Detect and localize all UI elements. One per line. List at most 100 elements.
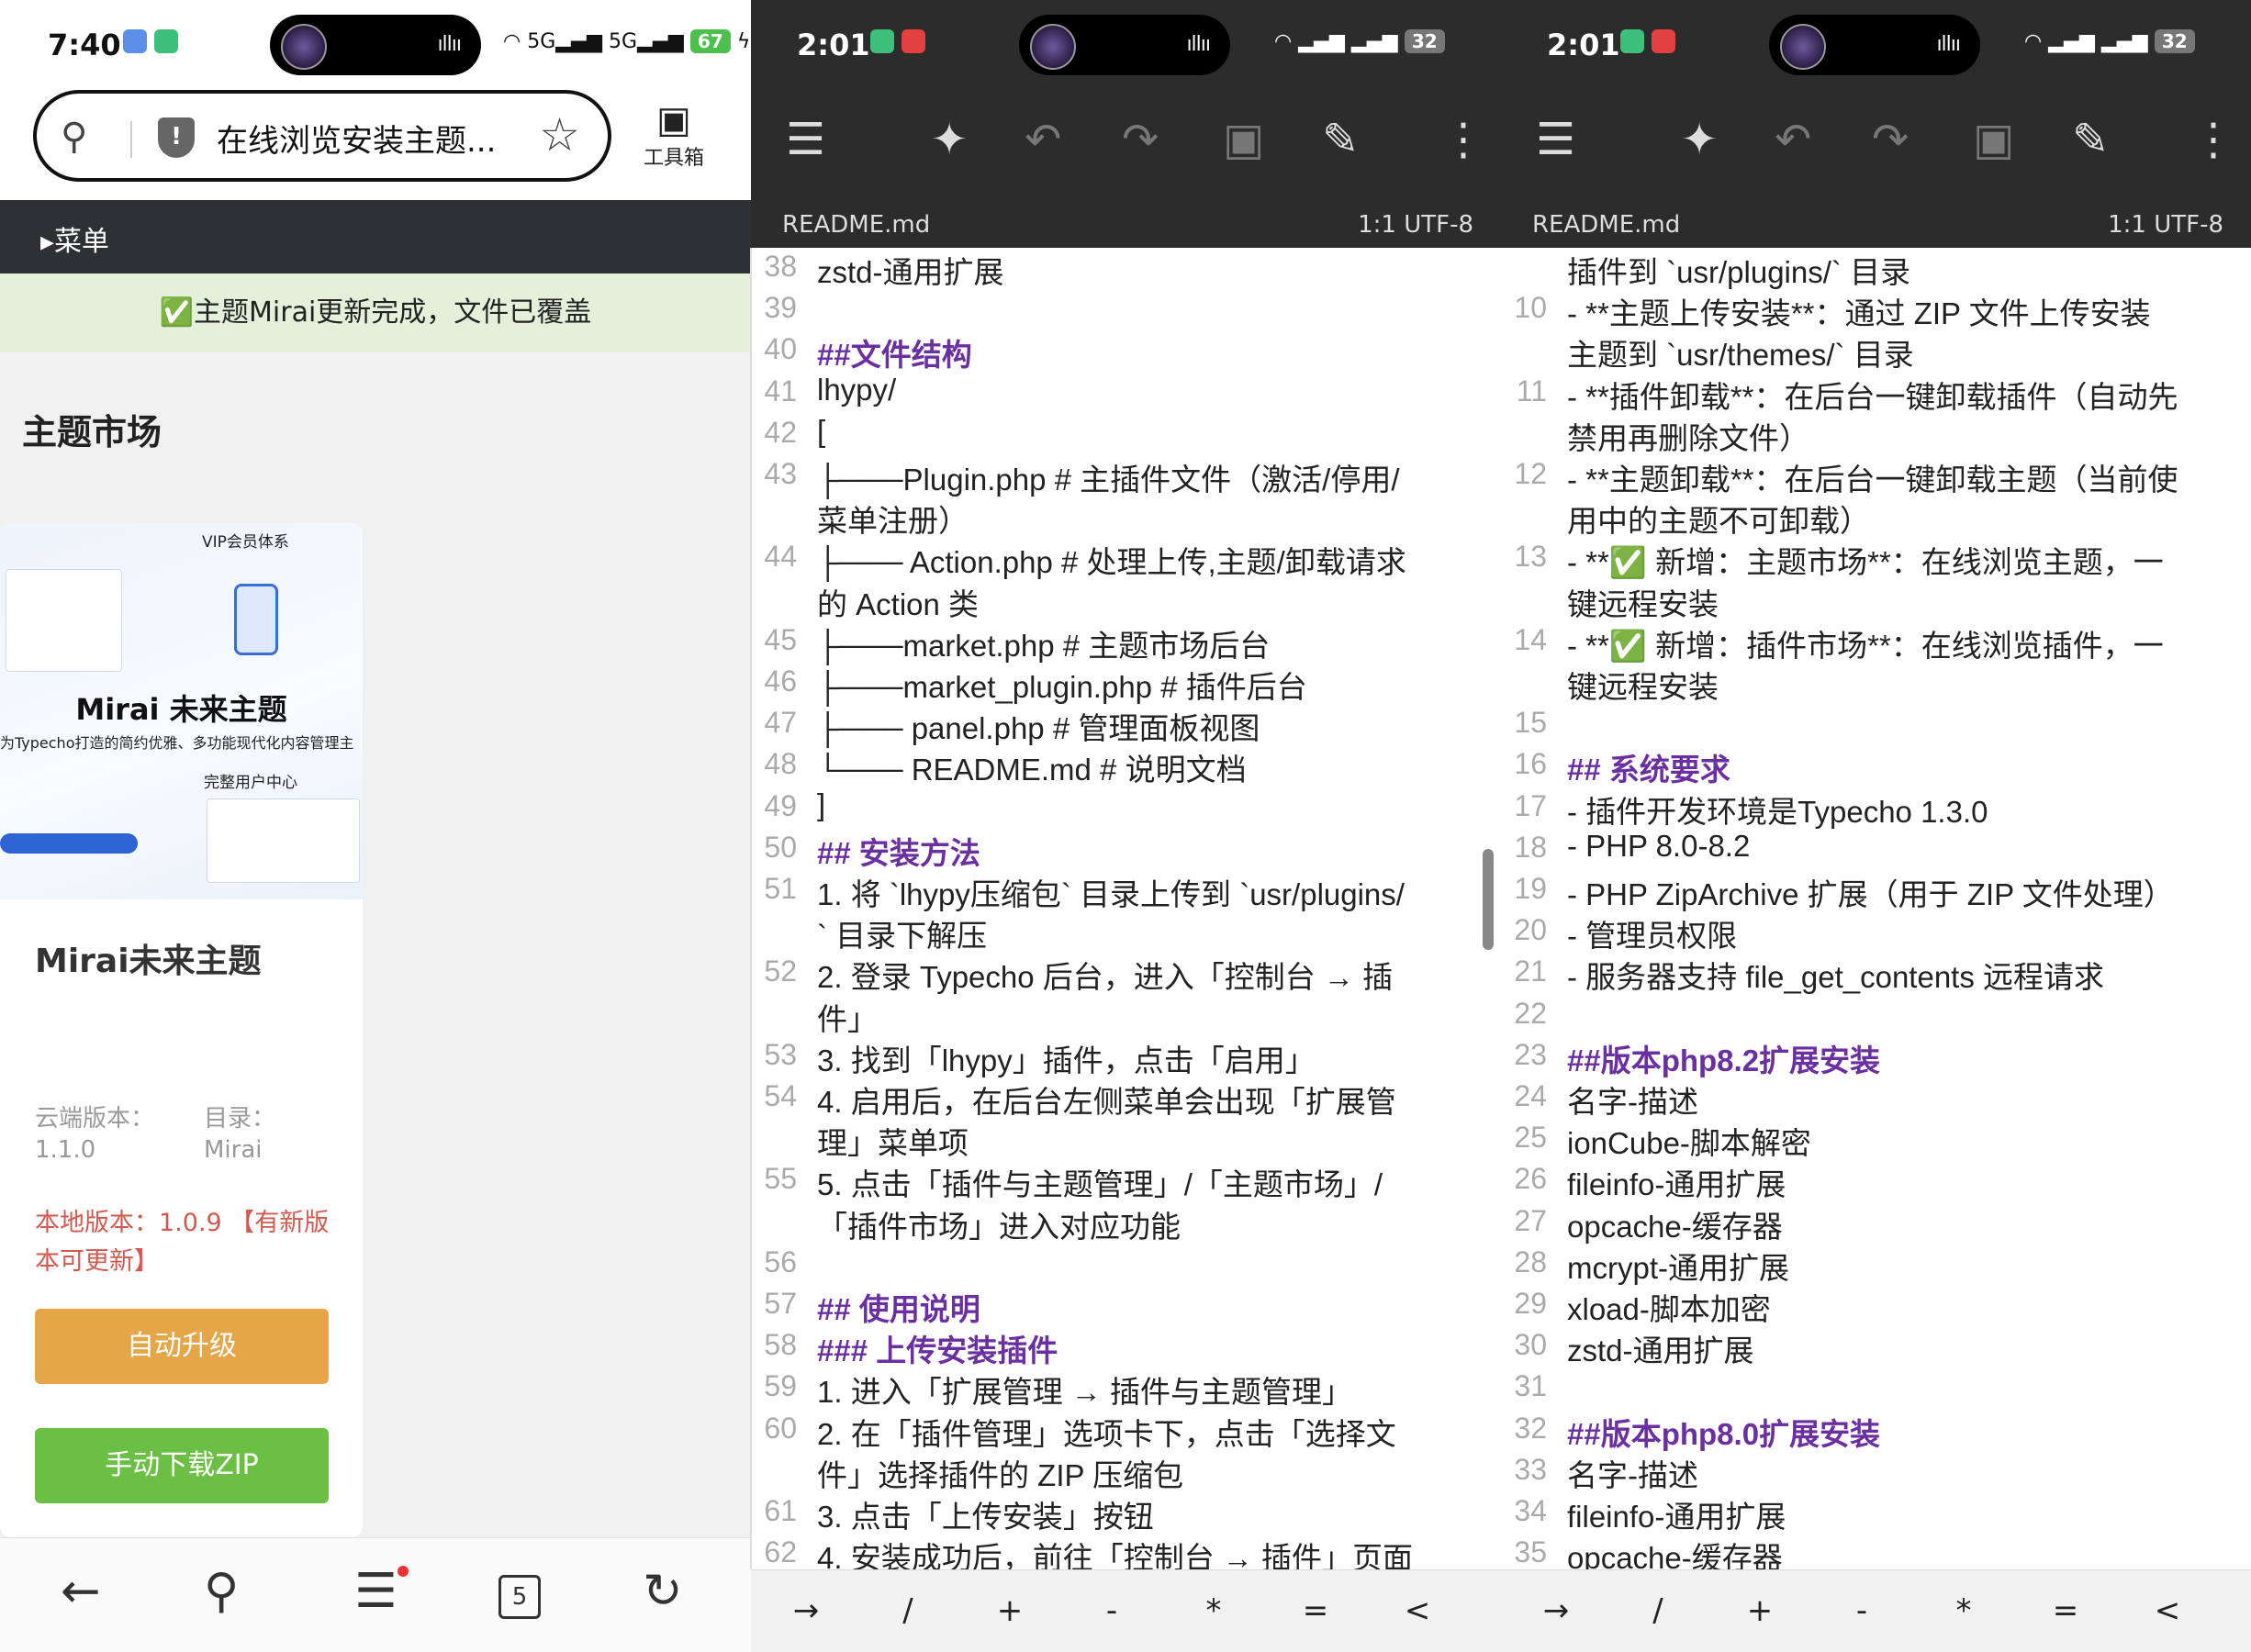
code-editor[interactable]: 插件到 `usr/plugins/` 目录 10 - **主题上传安装**：通过 Z…	[1501, 248, 2251, 1569]
code-line[interactable]: 键远程安装	[1501, 580, 2235, 621]
code-line[interactable]: ` 目录下解压	[751, 911, 1485, 953]
code-line[interactable]: 19 - PHP ZipArchive 扩展（用于 ZIP 文件处理）	[1501, 870, 2235, 911]
code-line[interactable]: 44 ├─── Action.php # 处理上传,主题/卸载请求	[751, 538, 1485, 579]
code-line[interactable]: 15	[1501, 704, 2235, 745]
search-icon[interactable]: ⚲	[61, 116, 87, 158]
auto-upgrade-button[interactable]: 自动升级	[35, 1309, 329, 1384]
code-line[interactable]: 49]	[751, 787, 1485, 829]
code-line[interactable]: 的 Action 类	[751, 580, 1485, 621]
scrollbar[interactable]	[1483, 849, 1494, 950]
code-line[interactable]: 48 └─── README.md # 说明文档	[751, 745, 1485, 787]
code-line[interactable]: 16 ## 系统要求	[1501, 745, 2235, 787]
code-line[interactable]: 21 - 服务器支持 file_get_contents 远程请求	[1501, 953, 2235, 994]
theme-thumbnail[interactable]: VIP会员体系 Mirai 未来主题 为Typecho打造的简约优雅、多功能现代…	[0, 523, 363, 899]
save-icon[interactable]: ▣	[1973, 114, 2014, 165]
code-line[interactable]: 54 4. 启用后，在后台左侧菜单会出现「扩展管	[751, 1077, 1485, 1119]
code-line[interactable]: 61 3. 点击「上传安装」按钮	[751, 1492, 1485, 1534]
code-line[interactable]: 24 名字-描述	[1501, 1077, 2235, 1119]
code-line[interactable]: 插件到 `usr/plugins/` 目录	[1501, 248, 2235, 289]
code-line[interactable]: 17 - 插件开发环境是Typecho 1.3.0	[1501, 787, 2235, 829]
code-line[interactable]: 13 - **✅ 新增：主题市场**：在线浏览主题，一	[1501, 538, 2235, 579]
code-line[interactable]: 47 ├─── panel.php # 管理面板视图	[751, 704, 1485, 745]
symbol-key[interactable]: *	[1927, 1592, 2000, 1629]
menu-toggle[interactable]: ▸菜单	[0, 200, 751, 273]
code-line[interactable]: 31	[1501, 1367, 2235, 1409]
code-line[interactable]: 20 - 管理员权限	[1501, 911, 2235, 953]
code-line[interactable]: 40 ##文件结构	[751, 330, 1485, 372]
code-line[interactable]: 22	[1501, 995, 2235, 1036]
code-line[interactable]: 10 - **主题上传安装**：通过 ZIP 文件上传安装	[1501, 289, 2235, 330]
code-line[interactable]: 50 ## 安装方法	[751, 829, 1485, 870]
security-shield-icon[interactable]: !	[158, 117, 195, 158]
code-line[interactable]: 55 5. 点击「插件与主题管理」/「主题市场」/	[751, 1160, 1485, 1201]
code-line[interactable]: 30 zstd-通用扩展	[1501, 1326, 2235, 1367]
symbol-key[interactable]: <	[2131, 1592, 2204, 1629]
code-line[interactable]: 主题到 `usr/themes/` 目录	[1501, 330, 2235, 372]
code-line[interactable]: 28 mcrypt-通用扩展	[1501, 1244, 2235, 1285]
search-icon[interactable]: ⚲	[204, 1564, 239, 1619]
symbol-key[interactable]: *	[1177, 1592, 1250, 1629]
code-line[interactable]: 35 opcache-缓存器	[1501, 1534, 2235, 1569]
code-line[interactable]: 59 1. 进入「扩展管理 → 插件与主题管理」	[751, 1367, 1485, 1409]
code-line[interactable]: 42 [	[751, 414, 1485, 455]
code-line[interactable]: 62 4. 安装成功后，前往「控制台 → 插件」页面	[751, 1534, 1485, 1569]
toolbox-button[interactable]: ▣ 工具箱	[633, 99, 714, 171]
code-line[interactable]: 件」选择插件的 ZIP 压缩包	[751, 1451, 1485, 1492]
code-line[interactable]: 53 3. 找到「lhypy」插件，点击「启用」	[751, 1036, 1485, 1077]
code-line[interactable]: 33 名字-描述	[1501, 1451, 2235, 1492]
symbol-key[interactable]: -	[1825, 1592, 1898, 1629]
code-line[interactable]: 11 - **插件卸载**：在后台一键卸载插件（自动先	[1501, 373, 2235, 414]
undo-icon[interactable]: ↶	[1025, 114, 1061, 165]
symbol-key[interactable]: +	[973, 1592, 1047, 1629]
code-line[interactable]: 45 ├───market.php # 主题市场后台	[751, 621, 1485, 663]
code-line[interactable]: 12 - **主题卸载**：在后台一键卸载主题（当前使	[1501, 455, 2235, 497]
undo-icon[interactable]: ↶	[1775, 114, 1811, 165]
code-line[interactable]: 23 ##版本php8.2扩展安装	[1501, 1036, 2235, 1077]
bookmark-star-icon[interactable]: ☆	[539, 108, 580, 162]
code-line[interactable]: 46 ├───market_plugin.php # 插件后台	[751, 663, 1485, 704]
code-line[interactable]: 56	[751, 1244, 1485, 1285]
symbol-key[interactable]: <	[1381, 1592, 1454, 1629]
menu-icon[interactable]: ☰	[786, 114, 825, 165]
code-line[interactable]: 60 2. 在「插件管理」选项卡下，点击「选择文	[751, 1410, 1485, 1451]
more-icon[interactable]: ⋮	[2191, 114, 2235, 165]
symbol-key[interactable]: =	[1279, 1592, 1352, 1629]
code-line[interactable]: 「插件市场」进入对应功能	[751, 1202, 1485, 1244]
download-zip-button[interactable]: 手动下载ZIP	[35, 1428, 329, 1503]
code-line[interactable]: 57 ## 使用说明	[751, 1285, 1485, 1326]
redo-icon[interactable]: ↷	[1872, 114, 1909, 165]
code-line[interactable]: 43 ├───Plugin.php # 主插件文件（激活/停用/	[751, 455, 1485, 497]
code-line[interactable]: 52 2. 登录 Typecho 后台，进入「控制台 → 插	[751, 953, 1485, 994]
code-line[interactable]: 用中的主题不可卸载）	[1501, 497, 2235, 538]
pin-icon[interactable]: ✦	[931, 114, 968, 165]
tabs-button[interactable]: 5	[498, 1575, 541, 1619]
code-line[interactable]: 38 zstd-通用扩展	[751, 248, 1485, 289]
redo-icon[interactable]: ↷	[1122, 114, 1159, 165]
menu-icon[interactable]: ☰	[354, 1564, 398, 1619]
symbol-key[interactable]: /	[1621, 1592, 1695, 1629]
code-line[interactable]: 菜单注册）	[751, 497, 1485, 538]
menu-icon[interactable]: ☰	[1536, 114, 1575, 165]
code-line[interactable]: 26 fileinfo-通用扩展	[1501, 1160, 2235, 1201]
symbol-key[interactable]: -	[1075, 1592, 1148, 1629]
symbol-key[interactable]: =	[2029, 1592, 2102, 1629]
symbol-key[interactable]: /	[871, 1592, 945, 1629]
code-line[interactable]: 禁用再删除文件）	[1501, 414, 2235, 455]
edit-icon[interactable]: ✎	[1322, 114, 1359, 165]
symbol-key[interactable]: →	[769, 1592, 843, 1629]
more-icon[interactable]: ⋮	[1441, 114, 1485, 165]
code-line[interactable]: 14 - **✅ 新增：插件市场**：在线浏览插件，一	[1501, 621, 2235, 663]
back-icon[interactable]: ←	[61, 1564, 101, 1619]
code-line[interactable]: 29 xload-脚本加密	[1501, 1285, 2235, 1326]
code-line[interactable]: 51 1. 将 `lhypy压缩包` 目录上传到 `usr/plugins/	[751, 870, 1485, 911]
code-line[interactable]: 41 lhypy/	[751, 373, 1485, 414]
edit-icon[interactable]: ✎	[2072, 114, 2109, 165]
save-icon[interactable]: ▣	[1223, 114, 1264, 165]
reload-icon[interactable]: ↻	[643, 1564, 683, 1619]
code-line[interactable]: 32 ##版本php8.0扩展安装	[1501, 1410, 2235, 1451]
code-editor[interactable]: 38 zstd-通用扩展 39 40 ##文件结构 41 lhypy/42 [43 ├───Pl…	[751, 248, 1501, 1569]
code-line[interactable]: 25 ionCube-脚本解密	[1501, 1119, 2235, 1160]
symbol-key[interactable]: →	[1519, 1592, 1593, 1629]
code-line[interactable]: 件」	[751, 995, 1485, 1036]
pin-icon[interactable]: ✦	[1681, 114, 1718, 165]
